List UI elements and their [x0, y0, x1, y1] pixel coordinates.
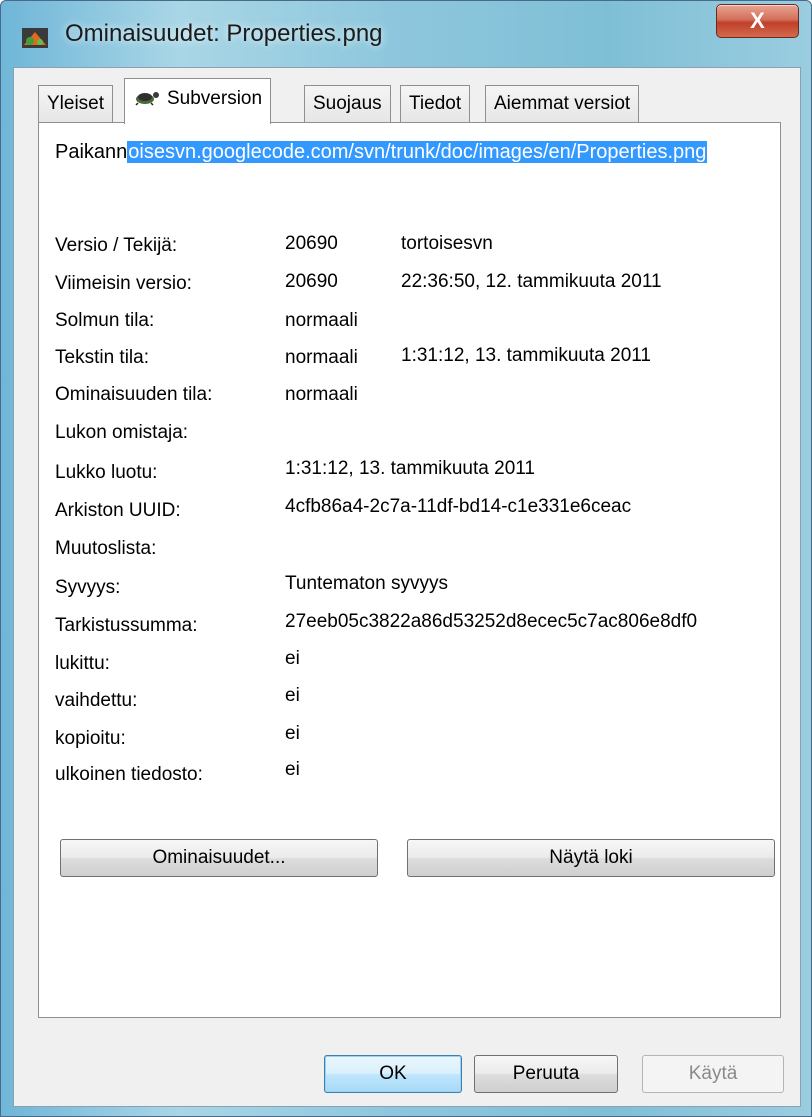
field-label: Lukon omistaja: [55, 422, 189, 443]
field-value: ei [285, 723, 300, 744]
tab-label: Aiemmat versiot [494, 93, 631, 114]
tab-suojaus[interactable]: Suojaus [304, 85, 391, 122]
field-value: ei [285, 685, 300, 706]
apply-button[interactable]: Käytä [642, 1055, 784, 1093]
field-value: 4cfb86a4-2c7a-11df-bd14-c1e331e6ceac [285, 496, 632, 517]
url-field[interactable]: Paikannoisesvn.googlecode.com/svn/trunk/… [55, 137, 708, 167]
field-extra: tortoisesvn [401, 233, 493, 254]
show-log-button[interactable]: Näytä loki [407, 839, 775, 877]
tortoise-icon [135, 92, 159, 106]
properties-window: Ominaisuudet: Properties.png X Yleiset S… [0, 0, 812, 1117]
tab-subversion[interactable]: Subversion [124, 78, 272, 124]
field-label: Versio / Tekijä: [55, 235, 178, 256]
field-value: 20690 [285, 233, 338, 254]
tab-label: Subversion [167, 88, 263, 109]
field-value: 1:31:12, 13. tammikuuta 2011 [285, 458, 535, 479]
field-label: Solmun tila: [55, 310, 155, 331]
tab-label: Yleiset [47, 93, 105, 114]
field-value: Tuntematon syvyys [285, 573, 448, 594]
field-value: normaali [285, 347, 358, 368]
url-prefix: Paikann [55, 141, 128, 163]
field-value: 27eeb05c3822a86d53252d8ecec5c7ac806e8df0 [285, 611, 698, 632]
field-label: Syvyys: [55, 577, 121, 598]
title-bar[interactable]: Ominaisuudet: Properties.png X [1, 1, 811, 67]
field-value: normaali [285, 310, 358, 331]
dialog-client-area: Yleiset Subversion Suojaus Tiedot Aiemma… [13, 67, 801, 1107]
url-selected-text: oisesvn.googlecode.com/svn/trunk/doc/ima… [127, 141, 708, 163]
field-label: Arkiston UUID: [55, 500, 181, 521]
tab-tiedot[interactable]: Tiedot [400, 85, 471, 122]
tortoisesvn-app-icon [22, 28, 48, 48]
cancel-button[interactable]: Peruuta [474, 1055, 618, 1093]
tab-label: Tiedot [409, 93, 462, 114]
field-label: ulkoinen tiedosto: [55, 764, 203, 785]
field-label: Lukko luotu: [55, 462, 158, 483]
field-label: Viimeisin versio: [55, 273, 192, 294]
field-label: Tekstin tila: [55, 347, 149, 368]
field-extra: 22:36:50, 12. tammikuuta 2011 [401, 271, 662, 292]
field-extra: 1:31:12, 13. tammikuuta 2011 [401, 345, 651, 366]
ok-button[interactable]: OK [324, 1055, 462, 1093]
subversion-panel: Paikannoisesvn.googlecode.com/svn/trunk/… [38, 122, 781, 1018]
window-title: Ominaisuudet: Properties.png [65, 20, 383, 47]
field-label: Ominaisuuden tila: [55, 384, 213, 405]
field-label: vaihdettu: [55, 690, 138, 711]
field-value: ei [285, 648, 300, 669]
field-value: 20690 [285, 271, 338, 292]
field-value: normaali [285, 384, 358, 405]
tab-label: Suojaus [313, 93, 382, 114]
close-button[interactable]: X [716, 4, 799, 38]
field-value: ei [285, 759, 300, 780]
tab-aiemmat-versiot[interactable]: Aiemmat versiot [485, 85, 640, 122]
field-label: Muutoslista: [55, 538, 157, 559]
field-label: lukittu: [55, 653, 110, 674]
tab-yleiset[interactable]: Yleiset [38, 85, 114, 122]
properties-button[interactable]: Ominaisuudet... [60, 839, 378, 877]
field-label: kopioitu: [55, 728, 126, 749]
field-label: Tarkistussumma: [55, 615, 198, 636]
